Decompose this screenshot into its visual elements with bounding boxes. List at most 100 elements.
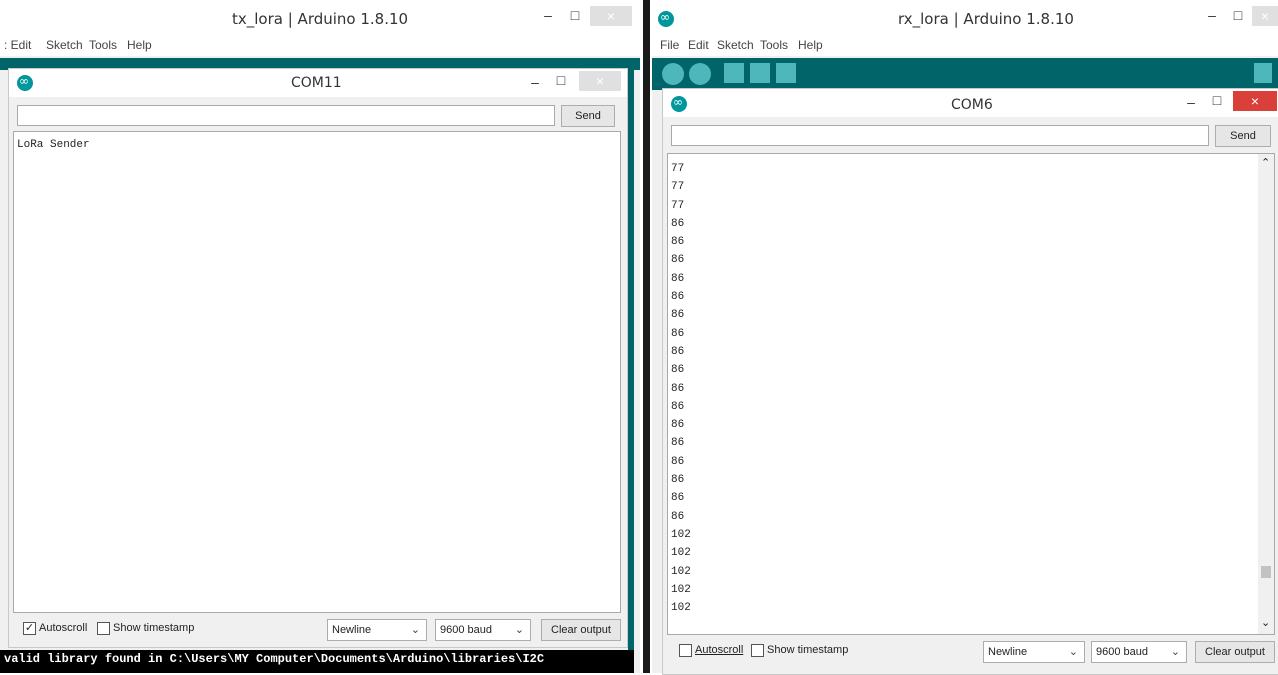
serial-output-line: 86 [671,291,685,304]
baud-value: 9600 baud [440,624,492,636]
serial-output-line: 102 [671,547,691,560]
line-ending-value: Newline [988,646,1028,658]
clear-output-button[interactable]: Clear output [541,619,621,641]
close-icon[interactable]: × [579,71,621,91]
serial-output-line: 86 [671,492,685,505]
close-icon[interactable]: × [1233,91,1277,111]
minimize-icon[interactable]: – [540,8,556,22]
menu-edit[interactable]: Edit [688,38,709,52]
serial-output-line: 86 [671,327,685,340]
autoscroll-label: Autoscroll [39,622,88,634]
right-ide-title: rx_lora | Arduino 1.8.10 [898,10,1074,28]
serial-output-line: 86 [671,510,685,523]
autoscroll-label: Autoscroll [695,644,744,656]
baud-value: 9600 baud [1096,646,1148,658]
serial-output-line: 102 [671,602,691,615]
serial-output-line: LoRa Sender [17,139,90,151]
serial-bottom-bar: Autoscroll Show timestamp Newline ⌄ 9600… [663,637,1278,669]
serial-output-line: 86 [671,272,685,285]
serial-output-line: 86 [671,437,685,450]
line-ending-value: Newline [332,624,372,636]
maximize-icon[interactable]: □ [553,73,569,87]
chevron-down-icon: ⌄ [410,624,420,636]
menu-help[interactable]: Help [798,38,823,52]
maximize-icon[interactable]: □ [1209,93,1225,107]
chevron-down-icon: ⌄ [514,624,524,636]
autoscroll-checkbox[interactable]: ✓ [23,622,36,635]
clear-output-button[interactable]: Clear output [1195,641,1275,663]
serial-output-line: 102 [671,528,691,541]
chevron-down-icon: ⌄ [1170,646,1180,658]
minimize-icon[interactable]: – [527,75,543,89]
save-sketch-icon[interactable] [776,63,796,83]
left-menubar: : Edit Sketch Tools Help [0,38,640,56]
serial-output-line: 77 [671,163,685,175]
menu-sketch[interactable]: Sketch [46,38,83,52]
menu-tools[interactable]: Tools [89,38,117,52]
line-ending-select[interactable]: Newline ⌄ [983,641,1085,663]
close-icon[interactable]: × [590,6,632,26]
menu-file[interactable]: File [660,38,679,52]
menu-help[interactable]: Help [127,38,152,52]
left-ide-title: tx_lora | Arduino 1.8.10 [232,10,409,28]
new-sketch-icon[interactable] [724,63,744,83]
arduino-logo-icon [658,10,674,27]
right-toolbar [652,58,1278,90]
autoscroll-checkbox[interactable] [679,644,692,657]
vertical-scrollbar[interactable]: ⌃ ⌄ [1258,154,1274,634]
arduino-logo-icon [671,95,687,112]
send-button[interactable]: Send [561,105,615,127]
serial-output-line: 86 [671,217,685,230]
check-icon: ✓ [24,622,35,634]
serial-output-line: 86 [671,364,685,377]
send-button[interactable]: Send [1215,125,1271,147]
serial-output-line: 102 [671,565,691,578]
serial-output-line: 86 [671,345,685,358]
window-divider-line [643,0,650,673]
serial-monitor-icon[interactable] [1254,63,1272,83]
open-sketch-icon[interactable] [750,63,770,83]
right-menubar: File Edit Sketch Tools Help [652,38,1278,56]
upload-icon[interactable] [689,63,711,85]
serial-output-line: 86 [671,236,685,249]
console-text: valid library found in C:\Users\MY Compu… [4,652,545,666]
baud-select[interactable]: 9600 baud ⌄ [1091,641,1187,663]
serial-output-line: 86 [671,474,685,487]
menu-sketch[interactable]: Sketch [717,38,754,52]
timestamp-label: Show timestamp [113,622,195,634]
scroll-down-icon[interactable]: ⌄ [1261,616,1270,630]
serial-titlebar: COM11 – □ × [9,69,627,97]
verify-icon[interactable] [662,63,684,85]
serial-output-line: 102 [671,583,691,596]
line-ending-select[interactable]: Newline ⌄ [327,619,427,641]
serial-output-lines: 77 77 77 86 86 86 86 86 86 86 86 86 86 86 86 86 86 86 86 86… [668,160,1274,617]
serial-titlebar: COM6 – □ × [663,89,1278,117]
left-console: valid library found in C:\Users\MY Compu… [0,650,634,673]
minimize-icon[interactable]: – [1183,95,1199,109]
menu-tools[interactable]: Tools [760,38,788,52]
baud-select[interactable]: 9600 baud ⌄ [435,619,531,641]
maximize-icon[interactable]: □ [1230,8,1246,22]
left-serial-monitor: COM11 – □ × Send LoRa Sender ✓ Autoscrol… [8,68,628,648]
scroll-thumb[interactable] [1261,566,1271,578]
serial-output-line: 77 [671,199,685,212]
menu-edit[interactable]: : Edit [4,38,31,52]
serial-send-input[interactable] [17,105,555,126]
timestamp-label: Show timestamp [767,644,849,656]
serial-output-line: 86 [671,254,685,267]
serial-output-line: 86 [671,382,685,395]
timestamp-checkbox[interactable] [751,644,764,657]
left-ide-titlebar: tx_lora | Arduino 1.8.10 – □ × [0,0,640,38]
serial-send-input[interactable] [671,125,1209,146]
timestamp-checkbox[interactable] [97,622,110,635]
close-icon[interactable]: × [1252,6,1278,26]
scroll-up-icon[interactable]: ⌃ [1261,156,1270,170]
serial-title: COM6 [951,97,993,113]
right-ide-titlebar: rx_lora | Arduino 1.8.10 – □ × [652,0,1278,38]
left-ide-editor-edge [628,70,634,650]
serial-bottom-bar: ✓ Autoscroll Show timestamp Newline ⌄ 96… [9,617,627,645]
minimize-icon[interactable]: – [1204,8,1220,22]
arduino-logo-icon [17,74,33,91]
serial-output-line: 86 [671,400,685,413]
maximize-icon[interactable]: □ [567,8,583,22]
